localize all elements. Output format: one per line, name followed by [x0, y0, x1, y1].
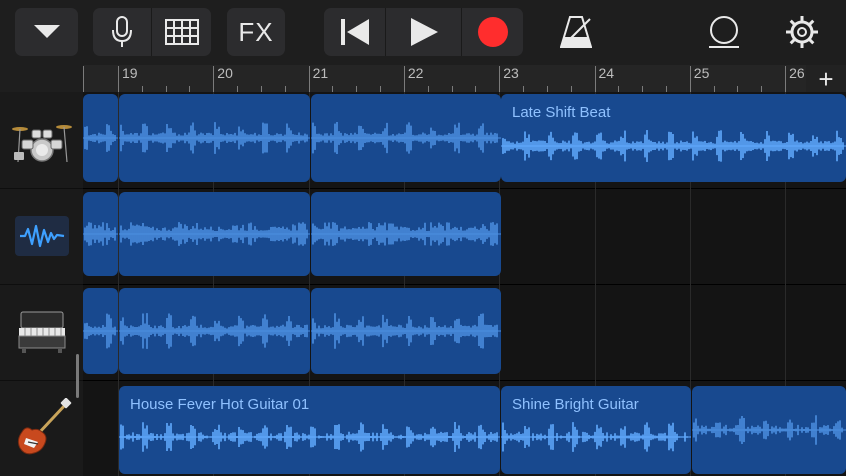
menu-dropdown-button[interactable]: [15, 8, 78, 56]
waveform: [83, 222, 118, 246]
settings-button[interactable]: [780, 8, 824, 56]
bar-tick: [83, 66, 84, 92]
audio-region[interactable]: [119, 94, 310, 182]
bar-number: 26: [789, 65, 805, 81]
waveform: [311, 222, 501, 246]
bar-number: 22: [407, 65, 424, 81]
skip-back-icon: [340, 19, 369, 45]
bar-number: 19: [122, 65, 138, 81]
audio-region[interactable]: [83, 192, 118, 276]
bar-tick: [689, 66, 691, 92]
play-button[interactable]: [386, 8, 461, 56]
audio-region[interactable]: [83, 288, 118, 374]
waveform: [119, 122, 310, 154]
bar-tick: [308, 66, 310, 92]
add-section-button[interactable]: +: [806, 65, 846, 92]
microphone-icon: [111, 16, 132, 47]
track-header-audio[interactable]: [0, 188, 83, 285]
fx-label: FX: [238, 16, 274, 47]
bar-tick: [403, 66, 405, 92]
audio-region[interactable]: Late Shift Beat: [501, 94, 846, 182]
toolbar: FX: [0, 0, 846, 65]
plus-icon: +: [818, 63, 834, 94]
rewind-button[interactable]: [324, 8, 385, 56]
track-header-drums[interactable]: [0, 92, 83, 189]
waveform: [119, 313, 310, 349]
waveform: [311, 122, 501, 154]
drums-icon: [11, 125, 72, 163]
mic-button[interactable]: [93, 8, 150, 56]
audio-region[interactable]: [311, 94, 501, 182]
audio-waveform-icon: [19, 224, 64, 248]
bar-number: 20: [217, 65, 233, 81]
waveform: [119, 222, 310, 246]
loop-icon: [709, 16, 739, 48]
bar-number: 23: [503, 65, 519, 81]
track-header-keyboard[interactable]: [0, 284, 83, 381]
waveform: [83, 313, 118, 349]
chevron-down-icon: [33, 25, 60, 38]
metronome-button[interactable]: [553, 8, 599, 56]
region-title: Shine Bright Guitar: [512, 396, 639, 413]
ruler-corner: [0, 65, 83, 92]
bar-tick: [213, 66, 215, 92]
audio-region[interactable]: Shine Bright Guitar: [501, 386, 691, 474]
fx-button[interactable]: FX: [227, 8, 285, 56]
bar-number: 21: [312, 65, 329, 81]
keyboard-piano-icon: [18, 311, 65, 353]
gear-icon: [786, 16, 818, 48]
metronome-icon: [560, 16, 592, 48]
waveform: [83, 124, 118, 152]
record-button[interactable]: [462, 8, 523, 56]
bar-tick: [785, 66, 787, 92]
audio-region[interactable]: [119, 192, 310, 276]
bar-number: 25: [693, 65, 710, 81]
region-title: House Fever Hot Guitar 01: [130, 396, 310, 413]
track-headers: [0, 92, 83, 476]
bar-number: 24: [598, 65, 615, 81]
audio-region[interactable]: [119, 288, 310, 374]
bar-tick: [118, 66, 119, 92]
grid-icon: [164, 19, 199, 45]
loop-browser-button[interactable]: [702, 8, 746, 56]
record-icon: [477, 17, 508, 47]
audio-region[interactable]: [311, 192, 501, 276]
waveform: [692, 415, 846, 445]
play-icon: [410, 18, 438, 46]
track-header-guitar[interactable]: [0, 380, 83, 476]
audio-region[interactable]: House Fever Hot Guitar 01: [119, 386, 500, 474]
bar-tick: [499, 66, 501, 92]
bar-tick: [594, 66, 596, 92]
electric-guitar-icon: [17, 398, 71, 455]
audio-recorder-tile: [14, 216, 69, 256]
waveform: [311, 313, 501, 349]
audio-region[interactable]: [83, 94, 118, 182]
region-title: Late Shift Beat: [512, 104, 611, 121]
grid-button[interactable]: [152, 8, 211, 56]
audio-region[interactable]: [692, 386, 846, 474]
audio-region[interactable]: [311, 288, 501, 374]
timeline-ruler[interactable]: 19 20 21 22 23 24 25 26: [83, 65, 846, 92]
track-list-scrollbar[interactable]: [76, 354, 79, 398]
tracks-area[interactable]: Late Shift Beat House Fever Hot Guitar 01…: [83, 92, 846, 476]
